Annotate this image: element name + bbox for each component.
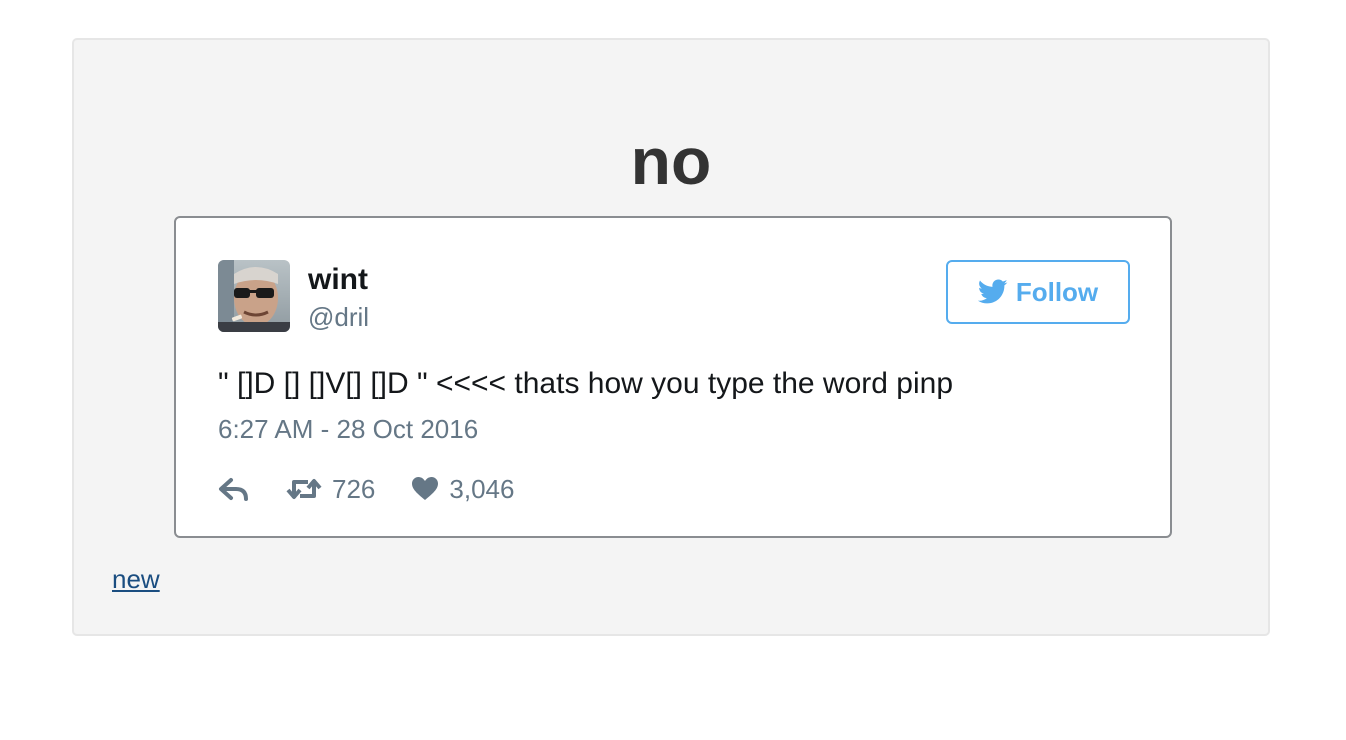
tweet-timestamp[interactable]: 6:27 AM - 28 Oct 2016 [218,414,478,444]
avatar-image [218,260,290,332]
new-link[interactable]: new [112,564,160,594]
heart-icon [412,477,439,500]
follow-button-label: Follow [1015,276,1099,307]
embedded-tweet: wint @dril Follow " []D [] []V[] []D " <… [174,216,1172,538]
author-handle[interactable]: @dril [308,302,369,332]
like-button[interactable]: 3,046 [411,474,514,505]
like-count: 3,046 [449,473,515,504]
retweet-count: 726 [332,473,376,504]
twitter-bird-icon [977,279,1008,304]
retweet-icon [286,479,322,499]
author-name[interactable]: wint [308,262,368,298]
retweet-button[interactable]: 726 [286,474,375,505]
page-title: no [630,124,712,198]
tweet-actions: 726 3,046 [218,472,550,506]
reply-button[interactable] [218,476,250,502]
follow-button[interactable]: Follow [946,260,1130,324]
reply-icon [219,478,248,501]
tweet-text: " []D [] []V[] []D " <<<< thats how you … [218,367,954,400]
content-panel: no wint @dril Follow " []D [] []V[] []D … [72,38,1270,636]
avatar[interactable] [218,260,290,332]
